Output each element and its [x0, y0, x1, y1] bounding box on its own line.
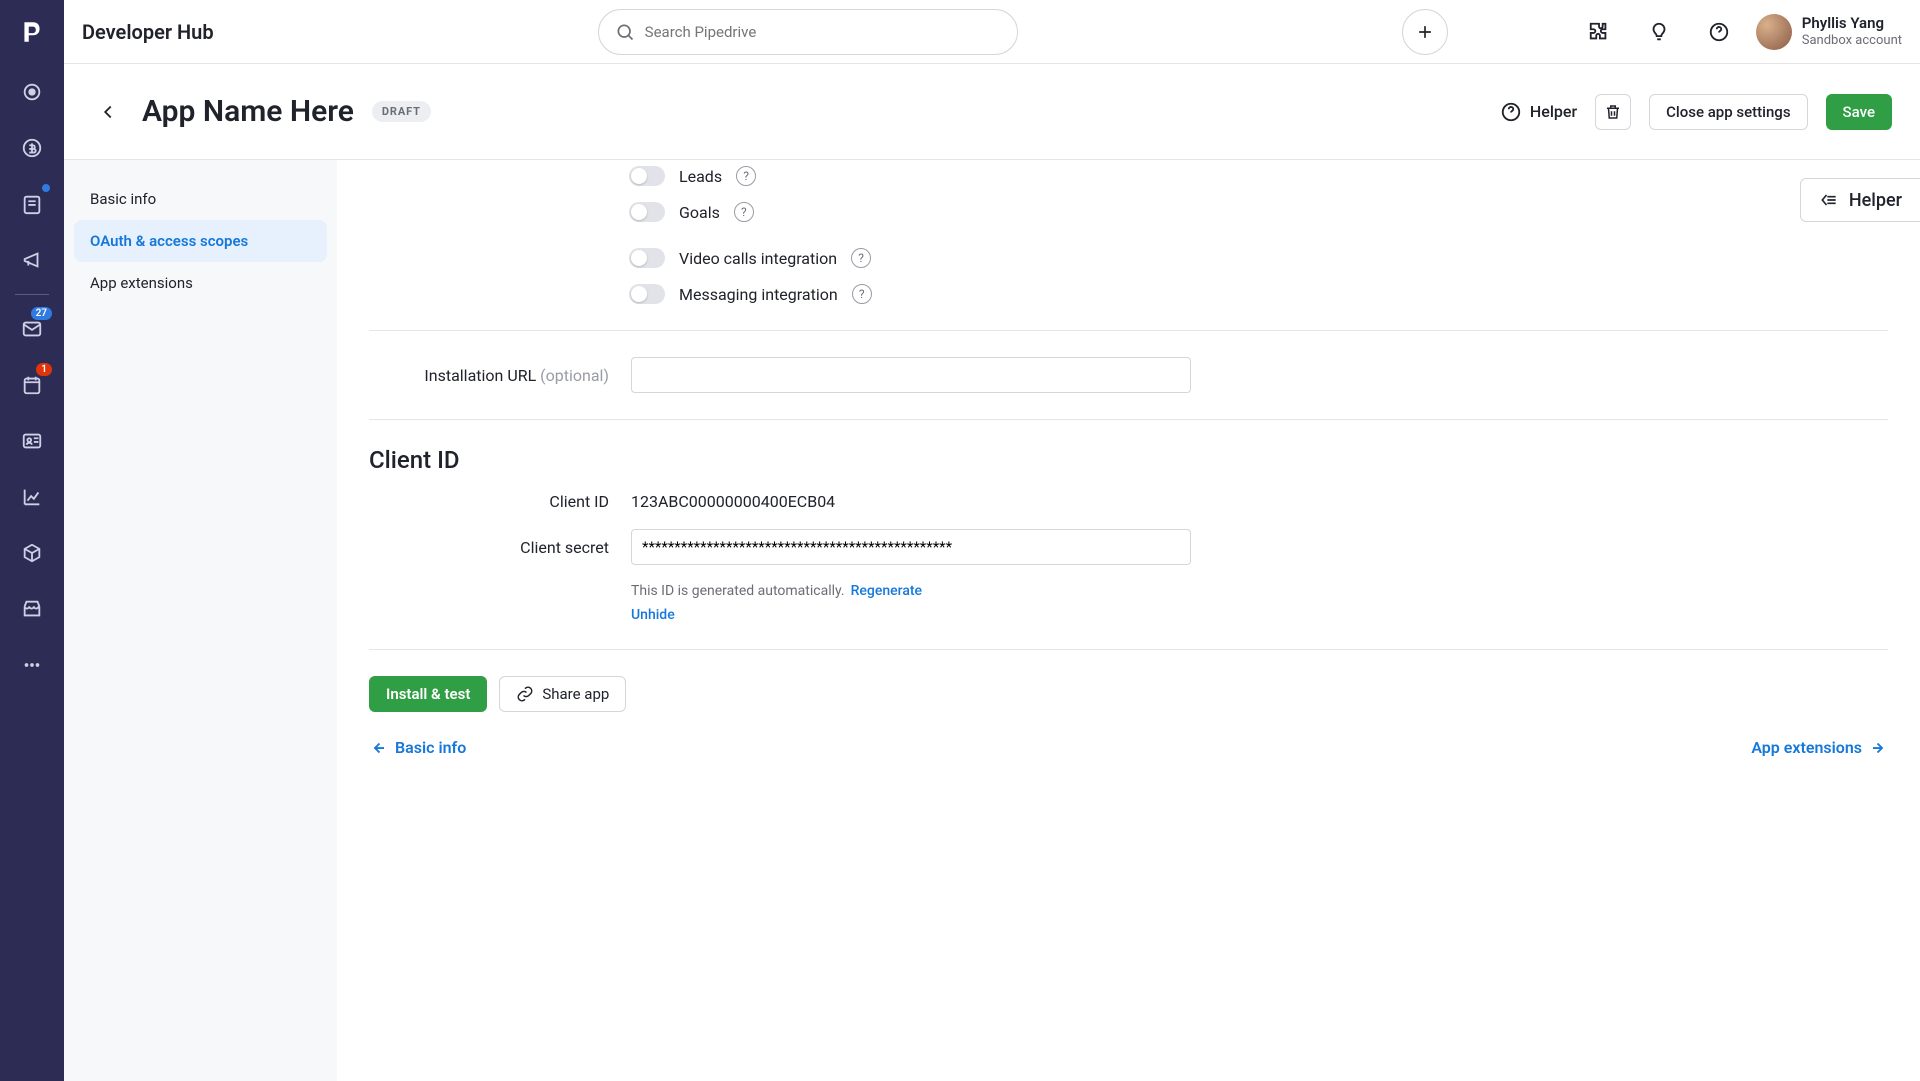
- app-header: App Name Here DRAFT Helper Close app set…: [64, 64, 1920, 160]
- main-column: Developer Hub Phyllis Yang San: [64, 0, 1920, 1081]
- side-item-oauth-scopes[interactable]: OAuth & access scopes: [74, 220, 327, 262]
- nav-more[interactable]: [8, 641, 56, 689]
- notification-dot: [42, 184, 50, 192]
- pager-prev[interactable]: Basic info: [369, 738, 466, 757]
- help-icon[interactable]: [1696, 9, 1742, 55]
- client-secret-field[interactable]: [631, 529, 1191, 565]
- client-secret-label: Client secret: [369, 538, 609, 557]
- save-button[interactable]: Save: [1826, 94, 1892, 130]
- toggle-messaging[interactable]: [629, 284, 665, 304]
- brand-logo[interactable]: [8, 8, 56, 56]
- nav-deals[interactable]: [8, 124, 56, 172]
- pager-prev-label: Basic info: [395, 738, 466, 757]
- nav-campaigns[interactable]: [8, 236, 56, 284]
- avatar: [1756, 14, 1792, 50]
- tips-icon[interactable]: [1636, 9, 1682, 55]
- scope-leads-label: Leads: [679, 167, 722, 186]
- divider: [369, 330, 1888, 331]
- helper-toggle[interactable]: Helper: [1500, 101, 1577, 123]
- share-app-button[interactable]: Share app: [499, 676, 626, 712]
- toggle-video-calls[interactable]: [629, 248, 665, 268]
- helper-label: Helper: [1530, 102, 1577, 121]
- client-id-section-title: Client ID: [369, 446, 1888, 474]
- toggle-leads[interactable]: [629, 166, 665, 186]
- user-menu[interactable]: Phyllis Yang Sandbox account: [1756, 14, 1902, 50]
- helper-side-tab[interactable]: Helper: [1800, 178, 1920, 222]
- workarea: Basic info OAuth & access scopes App ext…: [64, 160, 1920, 1081]
- search-input[interactable]: [645, 23, 1001, 41]
- share-app-label: Share app: [542, 685, 609, 703]
- unhide-link[interactable]: Unhide: [631, 607, 675, 623]
- side-item-basic-info[interactable]: Basic info: [74, 178, 327, 220]
- settings-sidepanel: Basic info OAuth & access scopes App ext…: [64, 160, 337, 1081]
- pager-next[interactable]: App extensions: [1751, 738, 1888, 757]
- nav-marketplace[interactable]: [8, 585, 56, 633]
- regenerate-link[interactable]: Regenerate: [851, 583, 922, 599]
- nav-divider: [15, 294, 49, 295]
- back-button[interactable]: [92, 96, 124, 128]
- hub-title: Developer Hub: [82, 20, 214, 44]
- user-name: Phyllis Yang: [1802, 15, 1902, 32]
- client-id-value: 123ABC00000000400ECB04: [631, 492, 835, 511]
- search-box[interactable]: [598, 9, 1018, 55]
- add-button[interactable]: [1402, 9, 1448, 55]
- arrow-right-icon: [1870, 739, 1888, 757]
- extensions-icon[interactable]: [1576, 9, 1622, 55]
- status-badge: DRAFT: [372, 101, 431, 122]
- nav-contacts[interactable]: [8, 417, 56, 465]
- scope-messaging-label: Messaging integration: [679, 285, 838, 304]
- nav-products[interactable]: [8, 529, 56, 577]
- user-account-type: Sandbox account: [1802, 33, 1902, 48]
- arrow-left-icon: [369, 739, 387, 757]
- info-icon[interactable]: ?: [736, 166, 756, 186]
- divider: [369, 419, 1888, 420]
- topbar: Developer Hub Phyllis Yang San: [64, 0, 1920, 64]
- content-pane: Helper Leads ? Goals ? Video calls integ…: [337, 160, 1920, 1081]
- nav-projects[interactable]: [8, 180, 56, 228]
- install-test-button[interactable]: Install & test: [369, 676, 487, 712]
- delete-button[interactable]: [1595, 94, 1631, 130]
- info-icon[interactable]: ?: [851, 248, 871, 268]
- install-url-input[interactable]: [631, 357, 1191, 393]
- scope-goals-label: Goals: [679, 203, 720, 222]
- nav-insights[interactable]: [8, 473, 56, 521]
- help-circle-icon: [1500, 101, 1522, 123]
- nav-inbox[interactable]: 27: [8, 305, 56, 353]
- scope-video-label: Video calls integration: [679, 249, 837, 268]
- search-icon: [615, 22, 635, 42]
- toggle-goals[interactable]: [629, 202, 665, 222]
- pager-next-label: App extensions: [1751, 738, 1862, 757]
- info-icon[interactable]: ?: [734, 202, 754, 222]
- nav-leads[interactable]: [8, 68, 56, 116]
- nav-activities[interactable]: 1: [8, 361, 56, 409]
- side-item-app-extensions[interactable]: App extensions: [74, 262, 327, 304]
- app-title: App Name Here: [142, 94, 354, 129]
- client-secret-hint: This ID is generated automatically.: [631, 583, 845, 599]
- inbox-badge: 27: [31, 307, 52, 320]
- info-icon[interactable]: ?: [852, 284, 872, 304]
- close-settings-button[interactable]: Close app settings: [1649, 94, 1807, 130]
- divider: [369, 649, 1888, 650]
- activities-badge: 1: [36, 363, 52, 376]
- helper-tab-label: Helper: [1849, 190, 1902, 211]
- client-id-label: Client ID: [369, 492, 609, 511]
- install-url-label: Installation URL (optional): [369, 366, 609, 385]
- link-icon: [516, 685, 534, 703]
- panel-collapse-icon: [1819, 190, 1839, 210]
- optional-tag: (optional): [540, 366, 609, 385]
- nav-rail: 27 1: [0, 0, 64, 1081]
